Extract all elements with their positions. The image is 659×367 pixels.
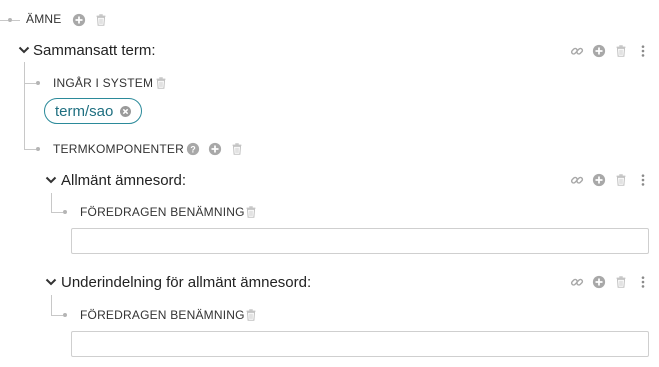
component-toolbar [570, 173, 650, 187]
root-connector [0, 20, 8, 21]
tree-line [51, 295, 52, 315]
tree-dot [63, 210, 67, 214]
tree-line [51, 193, 52, 212]
trash-icon[interactable] [614, 173, 628, 187]
svg-text:?: ? [190, 145, 195, 155]
add-icon[interactable] [592, 275, 606, 289]
preferred-term-input[interactable] [71, 228, 649, 254]
add-icon[interactable] [592, 44, 606, 58]
component-title: Allmänt ämnesord: [61, 172, 187, 189]
system-chip[interactable]: term/sao [44, 98, 143, 124]
system-chip-text: term/sao [55, 102, 114, 120]
tree-line [24, 83, 36, 84]
root-label: ÄMNE [26, 12, 62, 26]
component-title: Underindelning för allmänt ämnesord: [61, 274, 312, 291]
link-icon[interactable] [570, 173, 584, 187]
tree-dot [63, 313, 67, 317]
system-field-label: INGÅR I SYSTEM [53, 76, 154, 90]
root-connector-2 [12, 20, 20, 21]
trash-icon[interactable] [244, 205, 258, 219]
components-field-label: TERMKOMPONENTER [53, 142, 185, 156]
trash-icon[interactable] [614, 44, 628, 58]
trash-icon[interactable] [244, 308, 258, 322]
tree-dot [36, 147, 40, 151]
preferred-term-input[interactable] [71, 331, 649, 357]
tree-line [51, 315, 63, 316]
tree-line [51, 212, 63, 213]
compound-toolbar [570, 44, 650, 58]
tree-line [24, 149, 36, 150]
component-toolbar [570, 275, 650, 289]
preferred-term-label: FÖREDRAGEN BENÄMNING [80, 205, 245, 219]
trash-icon[interactable] [154, 76, 168, 90]
tree-line [24, 62, 25, 150]
add-icon[interactable] [72, 13, 86, 27]
add-icon[interactable] [208, 142, 222, 156]
trash-icon[interactable] [94, 13, 108, 27]
link-icon[interactable] [570, 44, 584, 58]
preferred-term-label: FÖREDRAGEN BENÄMNING [80, 308, 245, 322]
more-vertical-icon[interactable] [636, 44, 650, 58]
tree-dot [36, 81, 40, 85]
link-icon[interactable] [570, 275, 584, 289]
chevron-down-icon[interactable] [45, 174, 57, 186]
chevron-down-icon[interactable] [45, 276, 57, 288]
trash-icon[interactable] [614, 275, 628, 289]
more-vertical-icon[interactable] [636, 275, 650, 289]
add-icon[interactable] [592, 173, 606, 187]
more-vertical-icon[interactable] [636, 173, 650, 187]
compound-term-title: Sammansatt term: [33, 42, 156, 59]
remove-chip-icon[interactable] [120, 105, 132, 117]
components-field-actions: ? [186, 142, 244, 156]
chevron-down-icon[interactable] [18, 44, 30, 56]
trash-icon[interactable] [230, 142, 244, 156]
help-icon[interactable]: ? [186, 142, 200, 156]
